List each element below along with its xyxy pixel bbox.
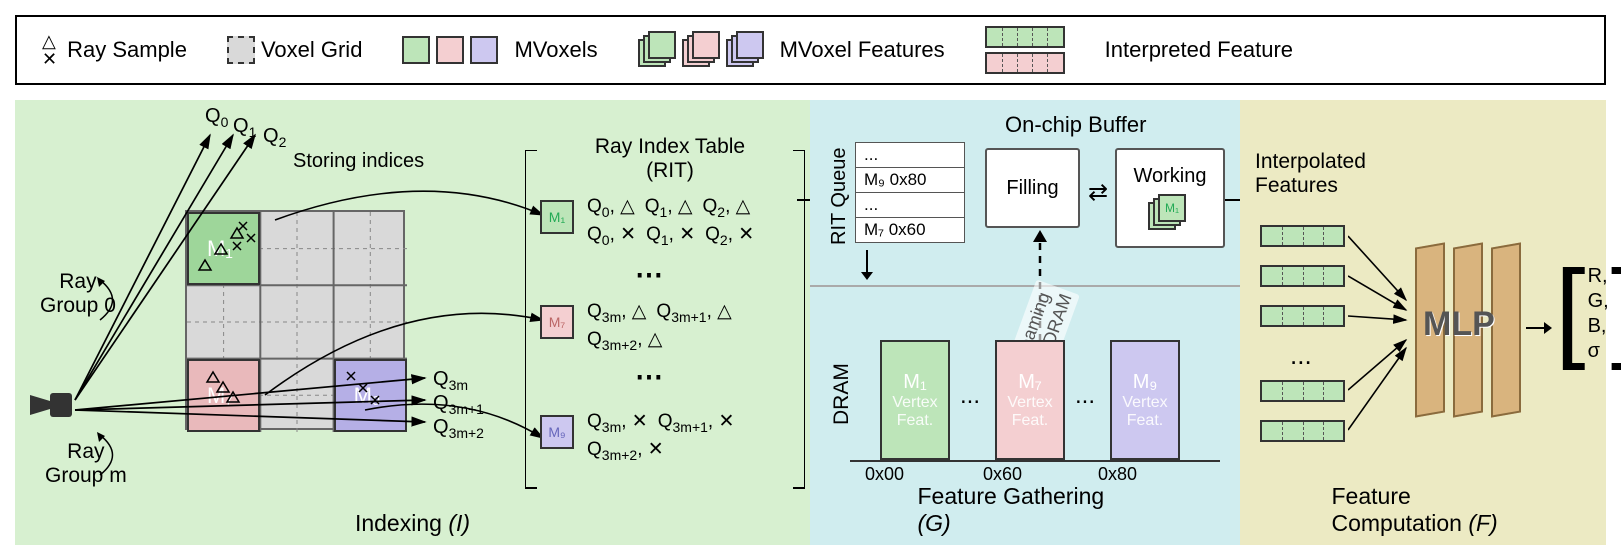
legend-interpreted-feature-label: Interpreted Feature: [1105, 37, 1293, 63]
swap-arrows-icon: ⇄: [1088, 178, 1108, 207]
rit-queue-label: RIT Queue: [828, 148, 851, 245]
feat-bar-2: [1260, 265, 1345, 287]
feat-bar-3: [1260, 305, 1345, 327]
mlp-out-arrow-icon: [1526, 318, 1552, 338]
mlp-layer-3: [1491, 242, 1521, 417]
legend-mvoxel-features-label: MVoxel Features: [780, 37, 945, 63]
legend-ray-sample-label: Ray Sample: [67, 37, 187, 63]
addr-2: 0x80: [1098, 464, 1137, 485]
legend-mvoxels-label: MVoxels: [514, 37, 597, 63]
rotation-arc-m-icon: [95, 430, 135, 480]
rit-queue-table: ... M₉ 0x80 ... M₇ 0x60: [855, 142, 965, 243]
dram-ellipsis-2: ...: [1075, 382, 1095, 410]
camera-icon: [30, 385, 80, 425]
working-buffer: Working M₁: [1115, 148, 1225, 248]
interp-bar-pink-icon: [985, 52, 1065, 74]
mvoxel-feat-blue-icon: [726, 31, 764, 69]
dram-label: DRAM: [830, 363, 854, 425]
mvoxel-pink-icon: [436, 36, 464, 64]
legend: △✕ Ray Sample Voxel Grid MVoxels MVoxel …: [15, 15, 1606, 85]
dram-baseline-icon: [850, 459, 1220, 463]
queue-row-1: M₉ 0x80: [856, 168, 964, 193]
legend-interp-label-wrap: Interpreted Feature: [1105, 37, 1293, 63]
addr-1: 0x60: [983, 464, 1022, 485]
feat-to-mlp-arrows-icon: [1348, 220, 1418, 450]
q3m-label: Q3m: [433, 368, 468, 393]
rit-ellipsis-1: ⋯: [635, 258, 663, 291]
mvoxel-feat-pink-icon: [682, 31, 720, 69]
panel-indexing: Indexing (I) Ray Group 0 Ray Group m: [15, 100, 810, 545]
mvoxel-feat-green-icon: [638, 31, 676, 69]
rit-chip-m9: M₉: [540, 415, 574, 449]
rit-row-3a: Q3m, ✕ Q3m+1, ✕: [587, 410, 734, 435]
queue-to-dram-arrow-icon: [855, 250, 880, 280]
mlp-label: MLP: [1423, 305, 1495, 344]
dram-block-m7: M₇ Vertex Feat.: [995, 340, 1065, 460]
q1-label: Q1: [233, 115, 256, 140]
feat-bar-5: [1260, 420, 1345, 442]
q3m1-label: Q3m+1: [433, 392, 484, 417]
rit-row-1b: Q0, ✕ Q1, ✕ Q2, ✕: [587, 223, 754, 248]
legend-mvoxel-features: MVoxel Features: [638, 31, 945, 69]
rit-chip-m1: M₁: [540, 200, 574, 234]
legend-voxel-grid-label: Voxel Grid: [261, 37, 363, 63]
panel-gathering: Feature Gathering (G) On-chip Buffer RIT…: [810, 100, 1240, 545]
dram-block-m1: M₁ Vertex Feat.: [880, 340, 950, 460]
mvoxel-green-icon: [402, 36, 430, 64]
q3m2-label: Q3m+2: [433, 416, 484, 441]
panel-indexing-label: Indexing (I): [355, 510, 470, 537]
rotation-arc-0-icon: [95, 275, 135, 325]
storing-indices-label: Storing indices: [293, 150, 424, 173]
interp-features-label: Interpolated Features: [1255, 150, 1366, 198]
dram-block-m9: M₉ Vertex Feat.: [1110, 340, 1180, 460]
feat-bar-1: [1260, 225, 1345, 247]
legend-voxel-grid: Voxel Grid: [227, 36, 363, 64]
output-vector: [ R, G, B, σ ]: [1555, 265, 1621, 363]
dram-ellipsis-1: ...: [960, 382, 980, 410]
rit-ellipsis-2: ⋯: [635, 360, 663, 393]
rit-row-3b: Q3m+2, ✕: [587, 438, 664, 463]
panel-gathering-label: Feature Gathering (G): [918, 483, 1133, 537]
legend-ray-sample: △✕ Ray Sample: [42, 32, 187, 68]
rit-row-1a: Q0, △ Q1, △ Q2, △: [587, 195, 750, 220]
addr-0: 0x00: [865, 464, 904, 485]
rit-row-2b: Q3m+2, △: [587, 328, 662, 353]
queue-row-0: ...: [856, 143, 964, 168]
voxel-grid: M₁ M₇ M₉: [185, 210, 405, 430]
q0-label: Q0: [205, 105, 228, 130]
feat-bar-4: [1260, 380, 1345, 402]
legend-interpreted-feature: [985, 26, 1065, 74]
mvoxel-blue-icon: [470, 36, 498, 64]
legend-mvoxels: MVoxels: [402, 36, 597, 64]
q2-label: Q2: [263, 125, 286, 150]
queue-row-3: M₇ 0x60: [856, 218, 964, 242]
panel-computation-label: Feature Computation (F): [1332, 483, 1515, 537]
voxel-grid-icon: [227, 36, 255, 64]
rit-chip-m7: M₇: [540, 305, 574, 339]
feat-ellipsis: ...: [1290, 340, 1312, 371]
queue-row-2: ...: [856, 193, 964, 218]
working-stack-icon: M₁: [1148, 194, 1186, 232]
ray-sample-icon: △✕: [42, 32, 57, 68]
diagram-root: △✕ Ray Sample Voxel Grid MVoxels MVoxel …: [0, 0, 1621, 549]
panel-computation: Feature Computation (F) Interpolated Fea…: [1240, 100, 1606, 545]
sample-markers-icon: [187, 212, 407, 432]
filling-buffer: Filling: [985, 148, 1080, 228]
rit-row-2a: Q3m, △ Q3m+1, △: [587, 300, 732, 325]
interp-bar-green-icon: [985, 26, 1065, 48]
on-chip-buffer-label: On-chip Buffer: [1005, 112, 1146, 138]
